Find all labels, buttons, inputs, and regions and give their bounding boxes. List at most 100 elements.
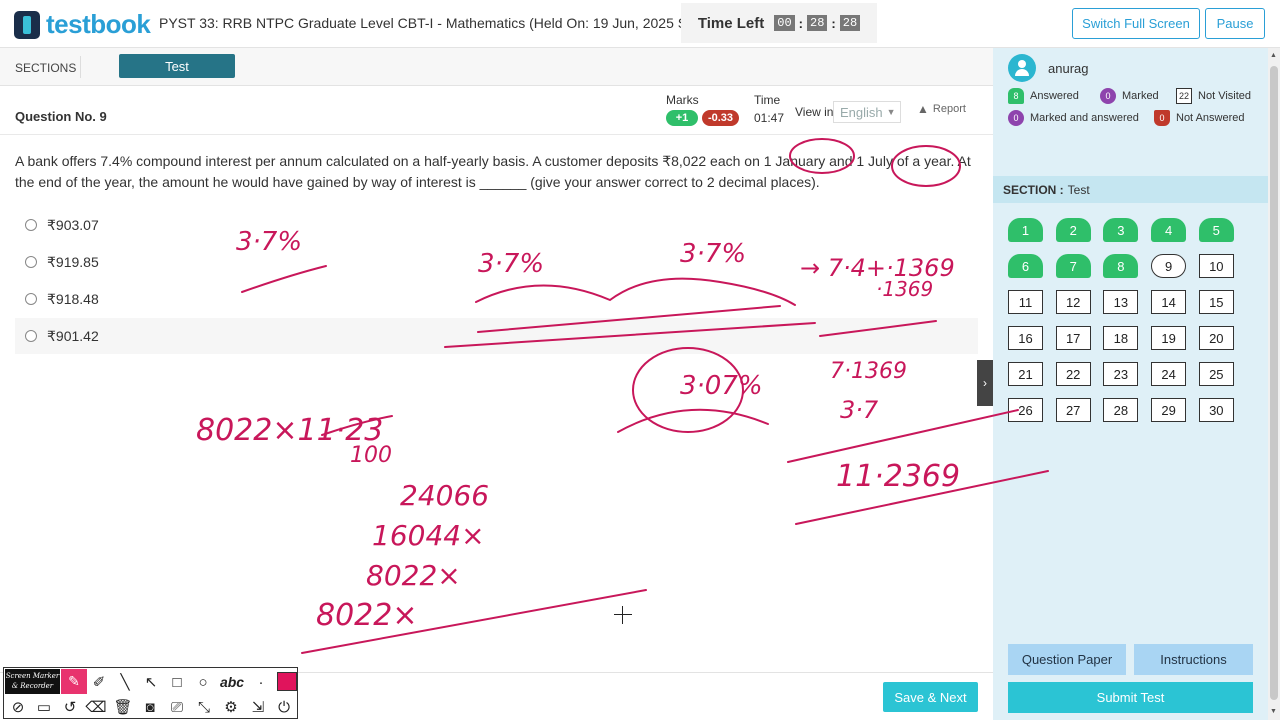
collapse-panel-toggle[interactable]: ›	[977, 360, 993, 406]
timer-hours: 00	[774, 15, 795, 31]
dot-icon[interactable]: ·	[249, 670, 273, 694]
legend-label: Not Answered	[1176, 112, 1245, 124]
palette-question-21[interactable]: 21	[1008, 362, 1043, 386]
palette-question-7[interactable]: 7	[1055, 254, 1091, 278]
report-button[interactable]: ▲ Report	[917, 102, 966, 116]
settings-icon[interactable]: ⚙	[219, 695, 243, 719]
recorder-icon[interactable]: ⎚	[165, 695, 189, 719]
divider	[80, 56, 81, 78]
timer-colon: :	[831, 15, 836, 31]
screen-marker-toolbar: Screen Marker & Recorder ✎ ✐ ╲ ↖ □ ○ abc…	[3, 667, 298, 719]
underline-stroke	[321, 415, 393, 436]
palette-question-4[interactable]: 4	[1151, 218, 1187, 242]
scroll-up-icon[interactable]: ▲	[1270, 52, 1277, 59]
question-paper-button[interactable]: Question Paper	[1008, 644, 1126, 675]
palette-question-23[interactable]: 23	[1103, 362, 1139, 386]
palette-question-2[interactable]: 2	[1055, 218, 1091, 242]
palette-question-15[interactable]: 15	[1198, 290, 1234, 314]
option-4[interactable]: ₹901.42	[15, 318, 978, 354]
marker-icon[interactable]: ✐	[87, 670, 111, 694]
section-prefix: SECTION :	[1003, 182, 1064, 197]
option-3[interactable]: ₹918.48	[15, 281, 978, 317]
palette-question-9[interactable]: 9	[1151, 254, 1187, 278]
color-swatch[interactable]	[277, 672, 297, 691]
export-icon[interactable]: ⇲	[246, 695, 270, 719]
save-and-next-button[interactable]: Save & Next	[883, 682, 978, 712]
palette-question-6[interactable]: 6	[1008, 254, 1043, 278]
legend-label: Not Visited	[1198, 90, 1252, 102]
sections-bar: SECTIONS Test	[0, 48, 993, 86]
annotation-text: 100	[350, 443, 392, 468]
test-title: PYST 33: RRB NTPC Graduate Level CBT-I -…	[159, 15, 723, 31]
palette-question-13[interactable]: 13	[1103, 290, 1139, 314]
radio-button[interactable]	[25, 330, 37, 342]
scrollbar[interactable]: ▲ ▼	[1268, 48, 1280, 720]
palette-question-22[interactable]: 22	[1055, 362, 1091, 386]
camera-icon[interactable]: ◙	[138, 695, 162, 719]
palette-question-19[interactable]: 19	[1151, 326, 1187, 350]
time-label: Time	[754, 93, 781, 107]
not-answered-badge: 0	[1154, 110, 1170, 126]
not-visited-badge: 22	[1176, 88, 1193, 104]
question-time-value: 01:47	[754, 111, 785, 125]
palette-question-8[interactable]: 8	[1103, 254, 1139, 278]
palette-question-27[interactable]: 27	[1055, 398, 1091, 422]
scroll-down-icon[interactable]: ▼	[1270, 708, 1277, 715]
timer: Time Left 00 : 28 : 28	[681, 3, 877, 43]
text-icon[interactable]: abc	[217, 670, 247, 694]
option-2[interactable]: ₹919.85	[15, 244, 978, 280]
circle-icon[interactable]: ○	[191, 670, 215, 694]
annotation-text: 7·1369	[830, 359, 907, 384]
palette-question-11[interactable]: 11	[1008, 290, 1043, 314]
marks-label: Marks	[666, 93, 699, 107]
eraser-icon[interactable]: ⌫	[84, 695, 108, 719]
palette-question-17[interactable]: 17	[1055, 326, 1091, 350]
option-label: ₹903.07	[47, 216, 99, 233]
option-label: ₹919.85	[47, 253, 99, 270]
option-1[interactable]: ₹903.07	[15, 207, 978, 243]
arrow-icon[interactable]: ↖	[139, 670, 163, 694]
palette-question-12[interactable]: 12	[1055, 290, 1091, 314]
radio-button[interactable]	[25, 256, 37, 268]
language-select[interactable]: English ▼	[833, 101, 901, 123]
testbook-logo[interactable]: testbook	[14, 9, 151, 40]
palette-question-18[interactable]: 18	[1103, 326, 1139, 350]
screen-icon[interactable]: ▭	[32, 695, 56, 719]
report-label: Report	[932, 103, 966, 115]
palette-question-25[interactable]: 25	[1198, 362, 1234, 386]
switch-full-screen-button[interactable]: Switch Full Screen	[1072, 8, 1200, 39]
pen-icon[interactable]: ✎	[61, 669, 87, 694]
power-icon[interactable]: ⏻	[272, 695, 296, 719]
timer-seconds: 28	[839, 15, 861, 31]
language-value: English	[840, 104, 883, 120]
palette-question-24[interactable]: 24	[1151, 362, 1187, 386]
palette-question-14[interactable]: 14	[1151, 290, 1187, 314]
line-icon[interactable]: ╲	[113, 670, 137, 694]
palette-question-26[interactable]: 26	[1008, 398, 1043, 422]
timer-minutes: 28	[807, 15, 828, 31]
instructions-button[interactable]: Instructions	[1134, 644, 1253, 675]
palette-question-29[interactable]: 29	[1151, 398, 1187, 422]
hide-icon[interactable]: ⊘	[6, 695, 30, 719]
trash-icon[interactable]: 🗑	[111, 695, 135, 719]
palette-question-28[interactable]: 28	[1103, 398, 1139, 422]
radio-button[interactable]	[25, 293, 37, 305]
rectangle-icon[interactable]: □	[165, 670, 189, 694]
palette-question-1[interactable]: 1	[1008, 218, 1043, 242]
palette-question-3[interactable]: 3	[1103, 218, 1139, 242]
submit-test-button[interactable]: Submit Test	[1008, 682, 1253, 713]
scroll-thumb[interactable]	[1270, 66, 1278, 700]
pause-button[interactable]: Pause	[1205, 8, 1265, 39]
radio-button[interactable]	[25, 219, 37, 231]
palette-question-10[interactable]: 10	[1198, 254, 1234, 278]
annotation-text: 3·7	[840, 396, 879, 424]
palette-question-5[interactable]: 5	[1198, 218, 1234, 242]
chevron-down-icon: ▼	[886, 107, 896, 117]
undo-icon[interactable]: ↺	[58, 695, 82, 719]
select-icon[interactable]: ⤡	[192, 695, 216, 719]
palette-question-20[interactable]: 20	[1198, 326, 1234, 350]
palette-question-30[interactable]: 30	[1198, 398, 1234, 422]
section-tab-test[interactable]: Test	[119, 54, 235, 78]
palette-question-16[interactable]: 16	[1008, 326, 1043, 350]
legend-not-answered: 0 Not Answered	[1154, 110, 1244, 126]
